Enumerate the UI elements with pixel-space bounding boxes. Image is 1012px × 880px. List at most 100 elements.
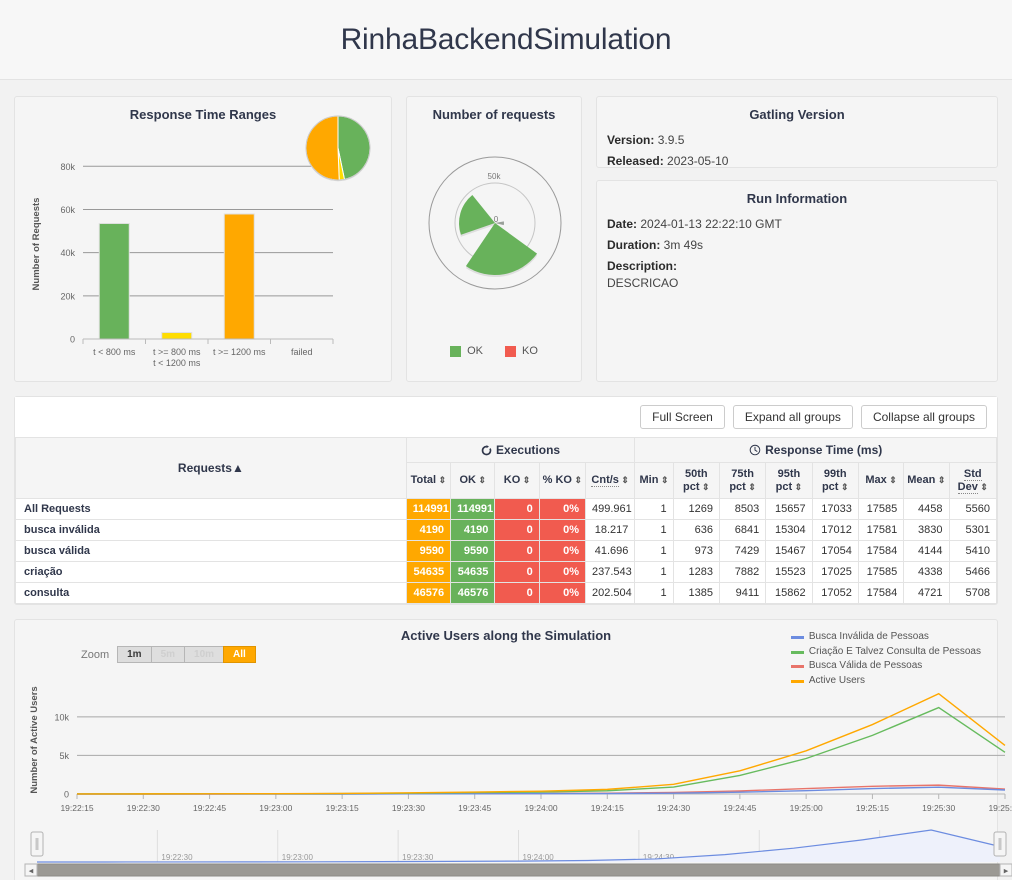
column-header-ok[interactable]: OK ⇕ bbox=[450, 461, 496, 500]
svg-text:0: 0 bbox=[64, 790, 69, 800]
column-header-95th-pct[interactable]: 95th pct ⇕ bbox=[765, 461, 813, 500]
svg-text:50k: 50k bbox=[488, 172, 502, 181]
cell-p75: 8503 bbox=[718, 498, 767, 521]
column-header-75th-pct[interactable]: 75th pct ⇕ bbox=[718, 461, 767, 500]
svg-text:19:24:00: 19:24:00 bbox=[524, 803, 557, 813]
column-header-cnt-s[interactable]: Cnt/s ⇕ bbox=[584, 461, 636, 500]
column-header-total[interactable]: Total ⇕ bbox=[405, 461, 452, 500]
requests-header-label: Requests bbox=[177, 461, 232, 476]
request-name-cell[interactable]: criação bbox=[15, 561, 407, 584]
cell-ko: 0 bbox=[494, 519, 540, 542]
cell-cnt-s: 499.961 bbox=[584, 498, 636, 521]
statistics-table-body: All Requests 114991 114991 0 0% 499.961 1 1269 8… bbox=[15, 498, 998, 605]
released-line: Released: 2023-05-10 bbox=[597, 154, 997, 168]
cell-min: 1 bbox=[634, 561, 674, 584]
column-header-ko[interactable]: % KO ⇕ bbox=[538, 461, 587, 500]
table-row[interactable]: criação 54635 54635 0 0% 237.543 1 1283 7882 1552… bbox=[15, 561, 998, 584]
cell-max: 17584 bbox=[857, 540, 905, 563]
cell-cnt-s: 202.504 bbox=[584, 582, 636, 605]
cell-min: 1 bbox=[634, 519, 674, 542]
cell-max: 17585 bbox=[857, 498, 905, 521]
column-header-ko[interactable]: KO ⇕ bbox=[494, 461, 540, 500]
requests-column-header[interactable]: Requests▲ bbox=[15, 436, 407, 500]
svg-text:Number of Requests: Number of Requests bbox=[31, 198, 42, 291]
request-name-cell[interactable]: consulta bbox=[15, 582, 407, 605]
svg-text:▸: ▸ bbox=[1004, 866, 1009, 876]
active-users-navigator[interactable]: 19:22:30 19:23:00 19:23:30 19:24:00 19:24:30… bbox=[15, 824, 1012, 880]
run-date-line: Date: 2024-01-13 22:22:10 GMT bbox=[597, 217, 997, 231]
run-duration-value: 3m 49s bbox=[663, 238, 704, 252]
legend-item-1[interactable]: Criação E Talvez Consulta de Pessoas bbox=[790, 645, 981, 660]
column-header-label: KO bbox=[503, 474, 521, 487]
refresh-icon bbox=[481, 445, 492, 456]
full-screen-button[interactable]: Full Screen bbox=[640, 405, 725, 429]
legend-line-icon bbox=[790, 636, 804, 640]
run-information-title: Run Information bbox=[746, 191, 848, 206]
number-of-requests-title: Number of requests bbox=[432, 107, 556, 122]
cell-mean: 4338 bbox=[903, 561, 950, 584]
legend-item-2[interactable]: Busca Válida de Pessoas bbox=[790, 659, 981, 674]
column-header-std-dev[interactable]: Std Dev ⇕ bbox=[948, 461, 998, 500]
gatling-version-panel: Gatling Version Version: 3.9.5 Released:… bbox=[596, 96, 998, 168]
zoom-button-10m[interactable]: 10m bbox=[184, 646, 225, 664]
table-row[interactable]: All Requests 114991 114991 0 0% 499.961 1 1269 8… bbox=[15, 498, 998, 521]
svg-text:failed: failed bbox=[291, 347, 313, 357]
cell-p50: 1385 bbox=[672, 582, 720, 605]
request-name-cell[interactable]: All Requests bbox=[15, 498, 407, 521]
column-header-50th-pct[interactable]: 50th pct ⇕ bbox=[672, 461, 720, 500]
zoom-button-1m[interactable]: 1m bbox=[117, 646, 152, 664]
table-row[interactable]: busca inválida 4190 4190 0 0% 18.217 1 636 6841 1… bbox=[15, 519, 998, 542]
request-name-cell[interactable]: busca inválida bbox=[15, 519, 407, 542]
version-line: Version: 3.9.5 bbox=[597, 133, 997, 147]
column-sort-indicator-icon: ⇕ bbox=[436, 475, 447, 486]
column-header-label: Mean bbox=[907, 474, 936, 487]
cell-max: 17581 bbox=[857, 519, 905, 542]
column-header-max[interactable]: Max ⇕ bbox=[857, 461, 905, 500]
cell-p50: 973 bbox=[672, 540, 720, 563]
column-sort-indicator-icon: ⇕ bbox=[571, 475, 583, 486]
svg-text:19:25:00: 19:25:00 bbox=[790, 803, 823, 813]
svg-text:t < 800 ms: t < 800 ms bbox=[93, 347, 136, 357]
cell-ok: 46576 bbox=[450, 582, 496, 605]
zoom-label: Zoom bbox=[81, 648, 110, 661]
legend-label: Busca Inválida de Pessoas bbox=[808, 631, 929, 643]
column-sort-indicator-icon: ⇕ bbox=[699, 481, 710, 492]
zoom-button-5m[interactable]: 5m bbox=[150, 646, 186, 664]
response-time-group-header: Response Time (ms) bbox=[634, 437, 997, 463]
legend-item-0[interactable]: Busca Inválida de Pessoas bbox=[790, 630, 981, 645]
statistics-toolbar: Full Screen Expand all groups Collapse a… bbox=[15, 397, 997, 437]
table-group-header-row: Requests▲ Executions Response Time (ms) bbox=[15, 436, 997, 500]
cell-mean: 4144 bbox=[903, 540, 950, 563]
svg-text:t < 1200 ms: t < 1200 ms bbox=[153, 358, 201, 368]
column-sort-indicator-icon: ⇕ bbox=[618, 475, 629, 486]
svg-text:19:22:30: 19:22:30 bbox=[127, 803, 160, 813]
cell-p50: 1269 bbox=[672, 498, 720, 521]
cell-p50: 636 bbox=[672, 519, 720, 542]
legend-label: Busca Válida de Pessoas bbox=[808, 660, 923, 672]
cell-total: 9590 bbox=[405, 540, 452, 563]
run-information-panel: Run Information Date: 2024-01-13 22:22:1… bbox=[596, 180, 998, 382]
svg-text:19:24:45: 19:24:45 bbox=[723, 803, 756, 813]
cell-ko: 0 bbox=[494, 582, 540, 605]
svg-text:19:23:00: 19:23:00 bbox=[259, 803, 292, 813]
column-header-99th-pct[interactable]: 99th pct ⇕ bbox=[811, 461, 859, 500]
cell-std-dev: 5466 bbox=[948, 561, 998, 584]
cell-p99: 17033 bbox=[811, 498, 859, 521]
svg-text:60k: 60k bbox=[60, 205, 75, 215]
svg-text:19:22:45: 19:22:45 bbox=[193, 803, 226, 813]
run-duration-line: Duration: 3m 49s bbox=[597, 238, 997, 252]
collapse-all-groups-button[interactable]: Collapse all groups bbox=[860, 405, 987, 429]
column-header-mean[interactable]: Mean ⇕ bbox=[903, 461, 950, 500]
response-time-ranges-panel: Response Time Ranges 0 20k 40k 60k 80k Number… bbox=[14, 96, 392, 382]
svg-text:19:23:00: 19:23:00 bbox=[282, 853, 314, 862]
cell-mean: 4458 bbox=[903, 498, 950, 521]
cell-min: 1 bbox=[634, 540, 674, 563]
zoom-button-all[interactable]: All bbox=[223, 646, 256, 664]
legend-line-icon bbox=[790, 650, 804, 654]
table-row[interactable]: busca válida 9590 9590 0 0% 41.696 1 973 7429 154… bbox=[15, 540, 998, 563]
table-row[interactable]: consulta 46576 46576 0 0% 202.504 1 1385 9411 158… bbox=[15, 582, 998, 605]
request-name-cell[interactable]: busca válida bbox=[15, 540, 407, 563]
expand-all-groups-button[interactable]: Expand all groups bbox=[732, 405, 853, 429]
column-header-min[interactable]: Min ⇕ bbox=[634, 461, 674, 500]
zoom-button-group: 1m 5m 10m All bbox=[117, 646, 256, 664]
